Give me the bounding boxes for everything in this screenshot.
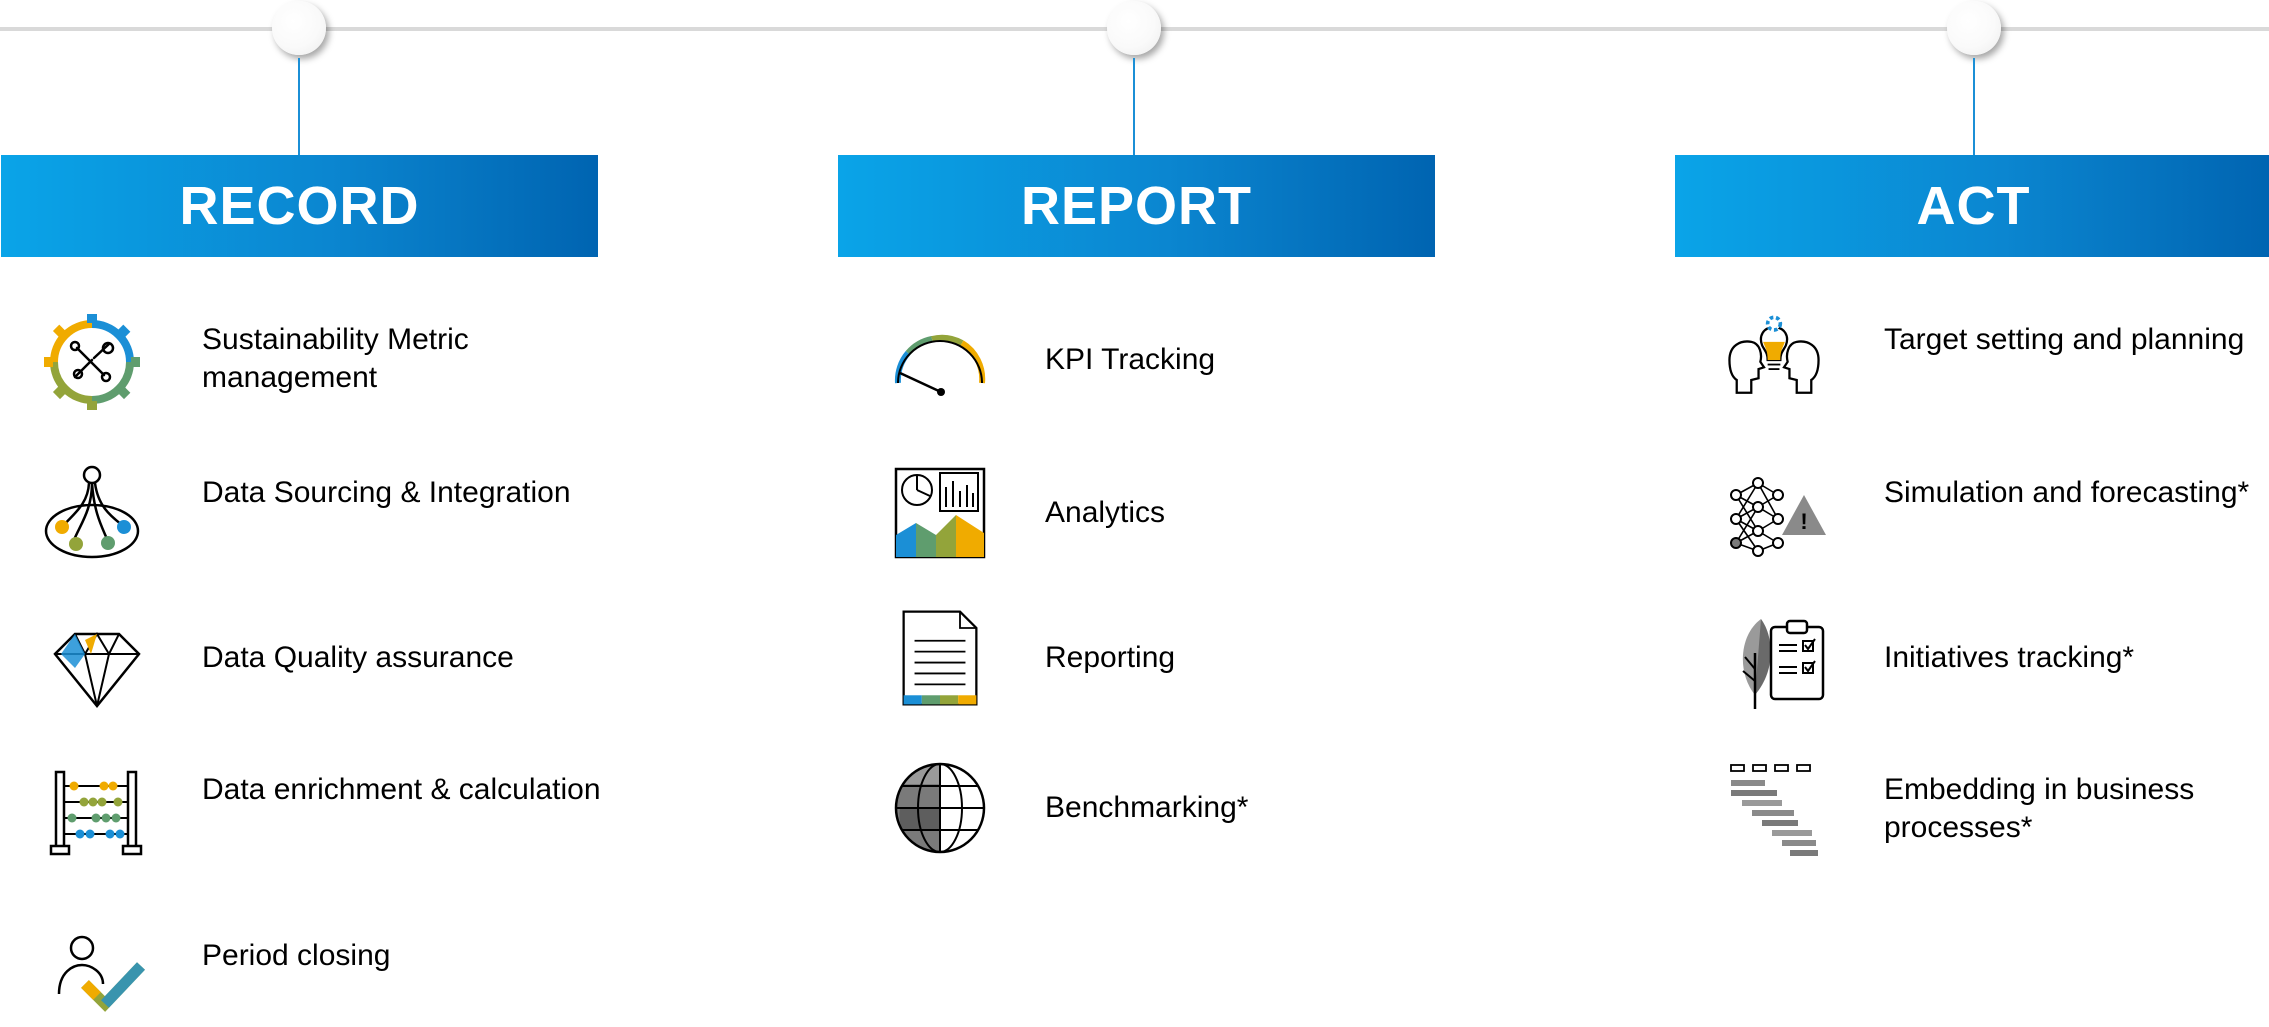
item-label: Benchmarking* xyxy=(1045,791,1249,824)
connector-act xyxy=(1973,58,1975,155)
item-label: Data enrichment & calculation xyxy=(202,773,601,806)
item-label: Analytics xyxy=(1045,496,1166,529)
column-header-report: REPORT xyxy=(838,155,1435,257)
timeline-node-act xyxy=(1947,1,2001,55)
column-header-act: ACT xyxy=(1675,155,2269,257)
diamond-icon xyxy=(47,618,147,718)
user-checkmark-icon xyxy=(55,922,155,1022)
neural-network-warning-icon: ! xyxy=(1728,465,1828,565)
item-label: Simulation and forecasting* xyxy=(1884,476,2250,509)
timeline-node-report xyxy=(1107,1,1161,55)
gauge-icon xyxy=(890,317,990,417)
item-label: Sustainability Metric management xyxy=(202,323,469,394)
document-icon xyxy=(890,608,990,708)
item-label: Data Sourcing & Integration xyxy=(202,476,571,509)
data-network-icon xyxy=(42,465,142,565)
connector-report xyxy=(1133,58,1135,155)
column-header-record: RECORD xyxy=(1,155,598,257)
item-label: KPI Tracking xyxy=(1045,343,1216,376)
item-label: Initiatives tracking* xyxy=(1884,641,2135,674)
item-label: Period closing xyxy=(202,939,391,972)
analytics-chart-icon xyxy=(890,463,990,563)
globe-icon xyxy=(890,758,990,858)
item-label: Target setting and planning xyxy=(1884,323,2245,356)
leaf-clipboard-icon xyxy=(1733,613,1833,713)
svg-text:!: ! xyxy=(1800,509,1807,534)
timeline-node-record xyxy=(272,1,326,55)
item-label: Embedding in business processes* xyxy=(1884,773,2195,844)
item-label: Data Quality assurance xyxy=(202,641,514,674)
connector-record xyxy=(298,58,300,155)
item-label: Reporting xyxy=(1045,641,1176,674)
gantt-icon xyxy=(1728,758,1828,858)
gear-wrench-icon xyxy=(42,312,142,412)
abacus-icon xyxy=(46,762,146,862)
heads-lightbulb-icon xyxy=(1724,310,1824,410)
